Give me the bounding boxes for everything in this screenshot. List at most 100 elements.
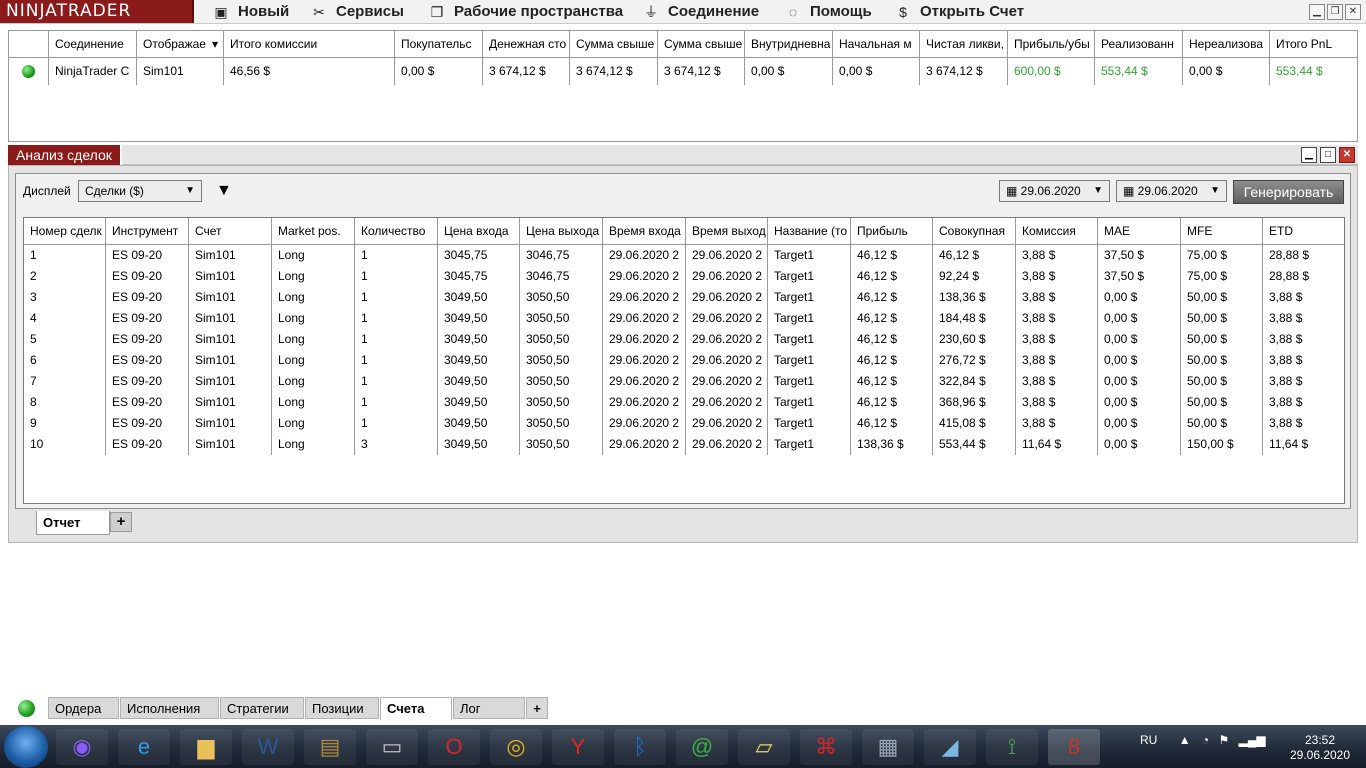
trades-header-0[interactable]: Номер сделк <box>24 218 106 244</box>
flag-icon[interactable]: ⚑ <box>1219 733 1230 747</box>
mail-icon[interactable]: @ <box>676 729 728 765</box>
table-row[interactable]: 9 ES 09-20 Sim101 Long 1 3049,50 3050,50 29.06.… <box>24 413 1344 434</box>
table-cell: 1 <box>355 350 438 371</box>
restore-button[interactable]: ❐ <box>1327 4 1343 20</box>
metatrader-icon[interactable]: ⟟ <box>986 729 1038 765</box>
menu-new[interactable]: ▣ Новый <box>212 0 289 24</box>
bluetooth-icon[interactable]: ᛒ <box>614 729 666 765</box>
signal-icon[interactable]: ▂▄▆ <box>1239 733 1266 747</box>
scanner-icon[interactable]: ▭ <box>366 729 418 765</box>
tab-orders[interactable]: Ордера <box>48 697 119 719</box>
alice-icon[interactable]: ◉ <box>56 729 108 765</box>
table-row[interactable]: 5 ES 09-20 Sim101 Long 1 3049,50 3050,50 29.06.… <box>24 329 1344 350</box>
header-intraday[interactable]: Внутридневна <box>745 31 833 57</box>
header-connection[interactable]: Соединение <box>49 31 137 57</box>
header-cash-value[interactable]: Денежная сто <box>483 31 570 57</box>
ta-minimize-button[interactable]: ▁ <box>1301 147 1317 163</box>
menu-workspaces[interactable]: ❐ Рабочие пространства <box>428 0 623 24</box>
start-button[interactable] <box>4 726 48 768</box>
archive-icon[interactable]: ▤ <box>304 729 356 765</box>
table-row[interactable]: 10 ES 09-20 Sim101 Long 3 3049,50 3050,50 29.06… <box>24 434 1344 455</box>
trades-header-14[interactable]: MFE <box>1181 218 1263 244</box>
table-row[interactable]: 1 ES 09-20 Sim101 Long 1 3045,75 3046,75 29.06.… <box>24 245 1344 266</box>
menu-connection[interactable]: ⏚ Соединение <box>642 0 759 24</box>
ta-maximize-button[interactable]: □ <box>1320 147 1336 163</box>
table-row[interactable]: 3 ES 09-20 Sim101 Long 1 3049,50 3050,50 29.06.… <box>24 287 1344 308</box>
menu-help[interactable]: ◌ Помощь <box>784 0 872 24</box>
word-icon[interactable]: W <box>242 729 294 765</box>
notes-icon[interactable]: ▱ <box>738 729 790 765</box>
minimize-button[interactable]: ▁ <box>1309 4 1325 20</box>
network-status-icon[interactable]: ◔ <box>1202 733 1209 747</box>
tab-positions[interactable]: Позиции <box>305 697 379 719</box>
header-total-commission[interactable]: Итого комиссии <box>224 31 395 57</box>
trades-header-12[interactable]: Комиссия <box>1016 218 1098 244</box>
show-hidden-icons-icon[interactable]: ▲ <box>1179 733 1191 747</box>
table-cell: ES 09-20 <box>106 308 189 329</box>
trades-header-1[interactable]: Инструмент <box>106 218 189 244</box>
header-excess-2[interactable]: Сумма свыше <box>658 31 745 57</box>
date-from-picker[interactable]: ▦ 29.06.2020 ▼ <box>999 180 1110 202</box>
header-excess-1[interactable]: Сумма свыше <box>570 31 658 57</box>
table-row[interactable]: 7 ES 09-20 Sim101 Long 1 3049,50 3050,50 29.06.… <box>24 371 1344 392</box>
account-row[interactable]: NinjaTrader C Sim101 46,56 $ 0,00 $ 3 67… <box>9 58 1357 85</box>
clock[interactable]: 23:52 29.06.2020 <box>1280 733 1360 763</box>
table-cell: 3,88 $ <box>1269 374 1303 388</box>
header-buying-power[interactable]: Покупательс <box>395 31 483 57</box>
trade-analysis-titlebar <box>122 145 1358 165</box>
tab-strategies[interactable]: Стратегии <box>220 697 304 719</box>
add-report-tab-button[interactable]: + <box>110 512 132 532</box>
date-to-picker[interactable]: ▦ 29.06.2020 ▼ <box>1116 180 1227 202</box>
filter-icon[interactable]: ▼ <box>216 182 232 200</box>
header-initial-margin[interactable]: Начальная м <box>833 31 920 57</box>
trades-header-3[interactable]: Market pos. <box>272 218 355 244</box>
ninjatrader-icon[interactable]: 8 <box>1048 729 1100 765</box>
generate-button[interactable]: Генерировать <box>1233 180 1344 204</box>
table-cell: ES 09-20 <box>106 434 189 455</box>
trades-header-10[interactable]: Прибыль <box>851 218 933 244</box>
trades-header-7[interactable]: Время входа <box>603 218 686 244</box>
explorer-icon[interactable]: ▆ <box>180 729 232 765</box>
header-profit-loss[interactable]: Прибыль/убы <box>1008 31 1095 57</box>
tab-accounts[interactable]: Счета <box>380 697 452 720</box>
calculator-icon[interactable]: ▦ <box>862 729 914 765</box>
trades-header-9[interactable]: Название (то <box>768 218 851 244</box>
close-button[interactable]: ✕ <box>1345 4 1361 20</box>
menu-open-account[interactable]: $ Открыть Счет <box>894 0 1024 24</box>
table-row[interactable]: 4 ES 09-20 Sim101 Long 1 3049,50 3050,50 29.06.… <box>24 308 1344 329</box>
tab-log[interactable]: Лог <box>453 697 525 719</box>
header-net-liquidation[interactable]: Чистая ликви, <box>920 31 1008 57</box>
pdf-icon[interactable]: ⌘ <box>800 729 852 765</box>
trades-header-5[interactable]: Цена входа <box>438 218 520 244</box>
trades-header-4[interactable]: Количество <box>355 218 438 244</box>
table-cell: 29.06.2020 2 <box>686 287 768 308</box>
opera-icon[interactable]: O <box>428 729 480 765</box>
table-row[interactable]: 8 ES 09-20 Sim101 Long 1 3049,50 3050,50 29.06.… <box>24 392 1344 413</box>
header-total-pnl[interactable]: Итого PnL <box>1270 31 1350 57</box>
ie-icon[interactable]: e <box>118 729 170 765</box>
add-tab-button[interactable]: + <box>526 697 548 719</box>
tab-report[interactable]: Отчет <box>36 511 110 535</box>
menu-tools[interactable]: ✂ Сервисы <box>310 0 404 24</box>
ninjatrader-logo: NINJATRADER <box>0 0 194 23</box>
trades-header-6[interactable]: Цена выхода <box>520 218 603 244</box>
table-row[interactable]: 2 ES 09-20 Sim101 Long 1 3045,75 3046,75 29.06.… <box>24 266 1344 287</box>
trades-header-13[interactable]: MAE <box>1098 218 1181 244</box>
header-display[interactable]: Отображае ▾ <box>137 31 224 57</box>
trades-header-2[interactable]: Счет <box>189 218 272 244</box>
workspaces-icon: ❐ <box>430 4 444 20</box>
yandex-icon[interactable]: Y <box>552 729 604 765</box>
chrome-icon[interactable]: ◎ <box>490 729 542 765</box>
display-select[interactable]: Сделки ($) ▼ <box>78 180 202 202</box>
header-status[interactable] <box>9 31 49 57</box>
table-row[interactable]: 6 ES 09-20 Sim101 Long 1 3049,50 3050,50 29.06.… <box>24 350 1344 371</box>
trades-header-8[interactable]: Время выход <box>686 218 768 244</box>
header-unrealized[interactable]: Нереализова <box>1183 31 1270 57</box>
ta-close-button[interactable]: ✕ <box>1339 147 1355 163</box>
trades-header-15[interactable]: ETD <box>1263 218 1345 244</box>
ruler-icon[interactable]: ◢ <box>924 729 976 765</box>
trades-header-11[interactable]: Совокупная <box>933 218 1016 244</box>
tab-executions[interactable]: Исполнения <box>120 697 219 719</box>
language-indicator[interactable]: RU <box>1140 733 1157 747</box>
header-realized[interactable]: Реализованн <box>1095 31 1183 57</box>
